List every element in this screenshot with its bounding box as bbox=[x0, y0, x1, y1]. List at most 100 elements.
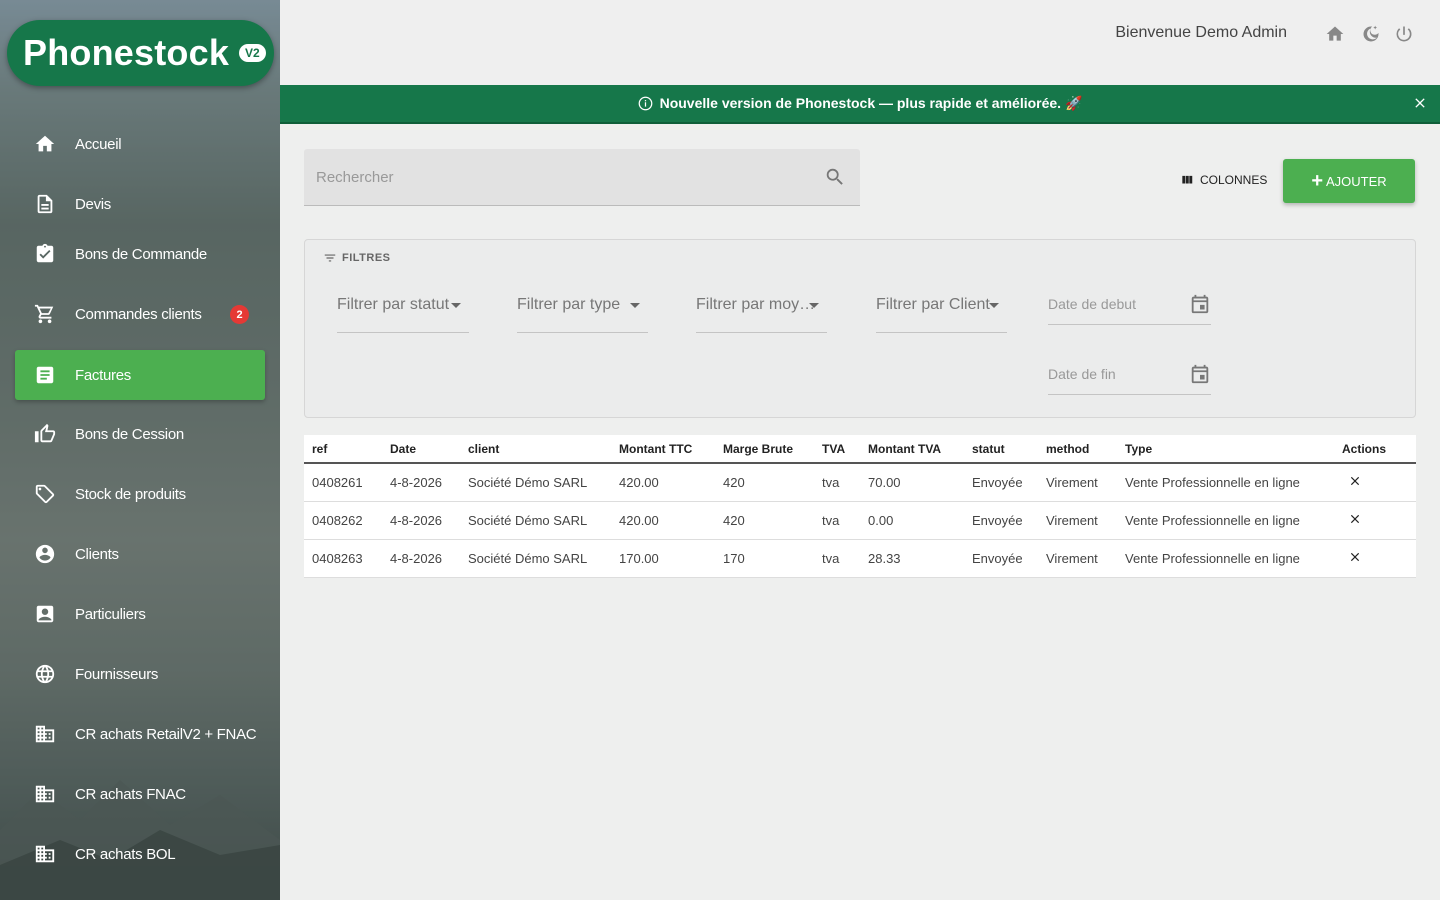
account-circle-icon bbox=[15, 543, 75, 565]
type-filter-label: Filtrer par type bbox=[517, 296, 621, 313]
calendar-icon[interactable] bbox=[1189, 293, 1211, 315]
sidebar-item-label: Commandes clients bbox=[75, 305, 202, 323]
dark-mode-icon[interactable] bbox=[1361, 24, 1381, 44]
cell-marge-brute: 170 bbox=[715, 539, 814, 578]
cell-date: 4-8-2026 bbox=[382, 539, 460, 578]
cell-montant-ttc: 420.00 bbox=[611, 501, 715, 540]
cell-montant-ttc: 170.00 bbox=[611, 539, 715, 578]
column-header[interactable]: Marge Brute bbox=[715, 435, 814, 464]
search-input[interactable] bbox=[316, 165, 796, 189]
type-filter-select[interactable]: Filtrer par type bbox=[517, 293, 648, 333]
table-row[interactable]: 0408261 4-8-2026 Société Démo SARL 420.0… bbox=[304, 463, 1416, 502]
cell-statut: Envoyée bbox=[964, 501, 1038, 540]
chevron-down-icon bbox=[451, 303, 461, 308]
cell-actions bbox=[1334, 501, 1416, 540]
calendar-icon[interactable] bbox=[1189, 363, 1211, 385]
plus-icon: + bbox=[1311, 170, 1323, 192]
sidebar-item-fournisseurs[interactable]: Fournisseurs bbox=[15, 649, 265, 699]
document-icon bbox=[15, 193, 75, 215]
cell-montant-tva: 0.00 bbox=[860, 501, 964, 540]
chevron-down-icon bbox=[809, 303, 819, 308]
sidebar-item-cr-achats-fnac[interactable]: CR achats FNAC bbox=[15, 769, 265, 819]
sidebar-item-stock-de-produits[interactable]: Stock de produits bbox=[15, 469, 265, 519]
cell-client: Société Démo SARL bbox=[460, 463, 611, 502]
info-icon bbox=[638, 96, 652, 111]
column-header[interactable]: client bbox=[460, 435, 611, 464]
column-header[interactable]: ref bbox=[304, 435, 382, 464]
app-logo[interactable]: Phonestock V2 bbox=[7, 20, 274, 86]
sidebar-item-bons-de-commande[interactable]: Bons de Commande bbox=[15, 229, 265, 279]
client-filter-label: Filtrer par Client bbox=[876, 296, 990, 313]
sidebar-item-label: Bons de Cession bbox=[75, 425, 184, 443]
method-filter-label: Filtrer par moy… bbox=[696, 296, 816, 313]
welcome-text: Bienvenue Demo Admin bbox=[1115, 24, 1287, 41]
invoices-table: ref Date client Montant TTC Marge Brute … bbox=[304, 435, 1416, 578]
sidebar-item-label: CR achats FNAC bbox=[75, 785, 186, 803]
add-button[interactable]: + AJOUTER bbox=[1283, 159, 1415, 203]
client-filter-select[interactable]: Filtrer par Client bbox=[876, 293, 1007, 333]
sidebar-item-accueil[interactable]: Accueil bbox=[15, 119, 265, 169]
columns-label: COLONNES bbox=[1200, 173, 1268, 187]
delete-x-icon[interactable] bbox=[1348, 474, 1362, 488]
sidebar-item-bons-de-cession[interactable]: Bons de Cession bbox=[15, 409, 265, 459]
delete-x-icon[interactable] bbox=[1348, 512, 1362, 526]
column-header[interactable]: Date bbox=[382, 435, 460, 464]
cell-montant-ttc: 420.00 bbox=[611, 463, 715, 502]
search-icon[interactable] bbox=[824, 166, 846, 188]
cell-tva: tva bbox=[814, 501, 860, 540]
column-header[interactable]: statut bbox=[964, 435, 1038, 464]
building-icon bbox=[15, 783, 75, 805]
sidebar-item-label: Clients bbox=[75, 545, 119, 563]
thumb-up-icon bbox=[15, 423, 75, 445]
add-label: AJOUTER bbox=[1326, 173, 1387, 189]
version-badge: V2 bbox=[239, 44, 266, 62]
app-name: Phonestock bbox=[23, 32, 230, 73]
sidebar-item-label: Accueil bbox=[75, 135, 122, 153]
date-start-label: Date de debut bbox=[1048, 296, 1136, 312]
column-header[interactable]: Montant TVA bbox=[860, 435, 964, 464]
home-icon[interactable] bbox=[1325, 24, 1345, 44]
cell-tva: tva bbox=[814, 539, 860, 578]
columns-icon bbox=[1182, 175, 1193, 184]
method-filter-select[interactable]: Filtrer par moy… bbox=[696, 293, 827, 333]
column-header[interactable]: Type bbox=[1117, 435, 1334, 464]
chevron-down-icon bbox=[630, 303, 640, 308]
cell-marge-brute: 420 bbox=[715, 501, 814, 540]
filters-header[interactable]: FILTRES bbox=[323, 251, 391, 265]
power-icon[interactable] bbox=[1394, 24, 1414, 44]
table-row[interactable]: 0408262 4-8-2026 Société Démo SARL 420.0… bbox=[304, 501, 1416, 540]
sidebar-item-factures[interactable]: Factures bbox=[15, 350, 265, 400]
cell-actions bbox=[1334, 539, 1416, 578]
filters-title: FILTRES bbox=[342, 252, 391, 264]
cell-montant-tva: 70.00 bbox=[860, 463, 964, 502]
tag-icon bbox=[15, 483, 75, 505]
sidebar-item-clients[interactable]: Clients bbox=[15, 529, 265, 579]
cell-method: Virement bbox=[1038, 501, 1117, 540]
filter-icon bbox=[324, 254, 336, 262]
date-end-field[interactable]: Date de fin bbox=[1048, 363, 1211, 395]
column-header: Actions bbox=[1334, 435, 1416, 464]
sidebar-item-devis[interactable]: Devis bbox=[15, 179, 265, 229]
cell-montant-tva: 28.33 bbox=[860, 539, 964, 578]
columns-button[interactable]: COLONNES bbox=[1180, 168, 1267, 192]
cell-ref: 0408263 bbox=[304, 539, 382, 578]
cell-method: Virement bbox=[1038, 539, 1117, 578]
sidebar-item-particuliers[interactable]: Particuliers bbox=[15, 589, 265, 639]
status-filter-select[interactable]: Filtrer par statut bbox=[337, 293, 469, 333]
status-filter-label: Filtrer par statut bbox=[337, 296, 450, 313]
cell-type: Vente Professionnelle en ligne bbox=[1117, 463, 1334, 502]
sidebar-item-cr-achats-retailv2-fnac[interactable]: CR achats RetailV2 + FNAC bbox=[15, 709, 265, 759]
column-header[interactable]: TVA bbox=[814, 435, 860, 464]
table-row[interactable]: 0408263 4-8-2026 Société Démo SARL 170.0… bbox=[304, 539, 1416, 578]
search-box bbox=[304, 149, 860, 206]
column-header[interactable]: Montant TTC bbox=[611, 435, 715, 464]
sidebar-item-commandes-clients[interactable]: Commandes clients 2 bbox=[15, 289, 265, 339]
sidebar: Phonestock V2 Accueil Devis Bons de Comm… bbox=[0, 0, 280, 900]
sidebar-item-cr-achats-bol[interactable]: CR achats BOL bbox=[15, 829, 265, 879]
delete-x-icon[interactable] bbox=[1348, 550, 1362, 564]
column-header[interactable]: method bbox=[1038, 435, 1117, 464]
close-icon[interactable] bbox=[1412, 95, 1428, 111]
date-start-field[interactable]: Date de debut bbox=[1048, 293, 1211, 325]
sidebar-item-label: CR achats RetailV2 + FNAC bbox=[75, 725, 257, 743]
home-icon bbox=[15, 133, 75, 155]
